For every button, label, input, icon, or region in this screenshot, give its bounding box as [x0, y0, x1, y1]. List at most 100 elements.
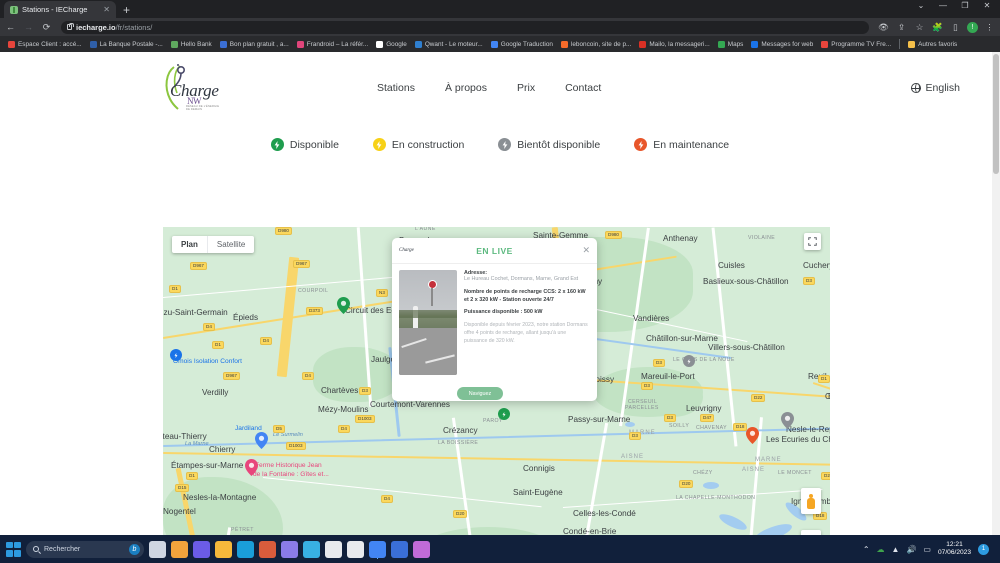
- scrollbar-thumb[interactable]: [993, 54, 999, 174]
- close-icon[interactable]: ✕: [103, 5, 110, 14]
- profile-avatar[interactable]: !: [967, 21, 978, 33]
- address-bar[interactable]: iecharge.io/fr/stations/: [61, 20, 869, 34]
- road-shield: D4: [203, 323, 215, 331]
- bookmark-item[interactable]: Messages for web: [747, 40, 817, 48]
- popup-close-icon[interactable]: ✕: [582, 246, 590, 255]
- map-label: AISNE: [621, 454, 645, 460]
- bookmark-item[interactable]: Qwant - Le moteur...: [411, 40, 487, 48]
- address-value: Le Hureau Cochet, Dormans, Marne, Grand …: [464, 276, 579, 282]
- taskbar-apps: [149, 540, 430, 558]
- bookmark-label: Maps: [727, 40, 744, 48]
- page-scrollbar[interactable]: [992, 52, 1000, 535]
- station-pin-available[interactable]: [337, 297, 350, 314]
- poi-pin-blue[interactable]: [170, 349, 182, 361]
- volume-icon[interactable]: 🔊: [906, 545, 916, 554]
- url-text: iecharge.io/fr/stations/: [76, 23, 152, 32]
- window-close-button[interactable]: ✕: [976, 1, 998, 10]
- menu-icon[interactable]: ⋮: [983, 22, 996, 33]
- windows-start-icon[interactable]: [6, 541, 21, 557]
- microsoft-edge[interactable]: [237, 540, 254, 558]
- bookmark-star-icon[interactable]: ☆: [913, 22, 926, 33]
- nav-item-2[interactable]: Prix: [517, 82, 535, 94]
- file-explorer[interactable]: [215, 540, 232, 558]
- onedrive-icon[interactable]: ☁: [877, 545, 885, 554]
- outlook-app[interactable]: [281, 540, 298, 558]
- microsoft-store[interactable]: [259, 540, 276, 558]
- notes-app[interactable]: [347, 540, 364, 558]
- forward-icon[interactable]: →: [22, 22, 35, 32]
- road-shield: D15: [175, 484, 190, 492]
- taskbar-clock[interactable]: 12:21 07/06/2023: [938, 541, 971, 557]
- back-icon[interactable]: ←: [4, 22, 17, 32]
- clock-date: 07/06/2023: [937, 549, 971, 556]
- bookmark-item[interactable]: Programme TV Fre...: [817, 40, 895, 48]
- extensions-icon[interactable]: 🧩: [931, 22, 944, 33]
- settings-app[interactable]: [325, 540, 342, 558]
- bookmark-item[interactable]: La Banque Postale -...: [86, 40, 167, 48]
- browser-tab[interactable]: Stations - IECharge ✕: [4, 1, 116, 18]
- map-label: Mareuil-le-Port: [641, 372, 695, 381]
- station-pin-available[interactable]: [498, 408, 510, 420]
- station-pin-selected[interactable]: [746, 427, 759, 444]
- reload-icon[interactable]: ⟳: [40, 22, 53, 33]
- language-selector[interactable]: English: [910, 82, 960, 94]
- media-player[interactable]: [413, 540, 430, 558]
- new-tab-button[interactable]: +: [123, 3, 130, 17]
- bookmark-item[interactable]: Frandroid – La référ...: [293, 40, 372, 48]
- fullscreen-icon[interactable]: [804, 233, 821, 250]
- bookmark-item[interactable]: leboncoin, site de p...: [557, 40, 635, 48]
- minimize-button[interactable]: —: [932, 1, 954, 10]
- road-shield: D967: [190, 262, 207, 270]
- eye-icon[interactable]: 👁: [877, 22, 890, 33]
- street-view-pegman[interactable]: [801, 488, 821, 514]
- bing-chat-icon[interactable]: b: [129, 543, 140, 555]
- weather-widget[interactable]: [171, 540, 188, 558]
- maximize-button[interactable]: ❐: [954, 1, 976, 10]
- google-chrome[interactable]: [369, 540, 386, 558]
- map-label: âteau-Thierry: [163, 432, 207, 441]
- bookmark-label: Mailo, la messageri...: [649, 40, 710, 48]
- map-label: Chierry: [209, 445, 236, 454]
- bookmark-favicon: [717, 40, 725, 48]
- nav-item-3[interactable]: Contact: [565, 82, 601, 94]
- battery-icon[interactable]: ▭: [923, 545, 931, 554]
- map-label: Ferme Historique Jean: [255, 462, 322, 469]
- chevron-up-icon[interactable]: ⌃: [863, 545, 870, 554]
- camera-app[interactable]: [193, 540, 210, 558]
- chevron-down-icon[interactable]: ⌄: [910, 1, 932, 10]
- road-shield: D1: [212, 341, 224, 349]
- map-label: Connigis: [523, 464, 555, 473]
- task-view[interactable]: [149, 540, 166, 558]
- bookmark-favicon: [376, 40, 384, 48]
- nav-item-0[interactable]: Stations: [377, 82, 415, 94]
- bookmark-item[interactable]: Espace Client : accé...: [4, 40, 86, 48]
- poi-pin-jardiland[interactable]: [255, 432, 268, 449]
- share-icon[interactable]: ⇪: [895, 22, 908, 33]
- map-type-plan[interactable]: Plan: [172, 236, 207, 253]
- bookmark-item[interactable]: Bon plan gratuit , a...: [216, 40, 293, 48]
- bookmark-label: leboncoin, site de p...: [570, 40, 632, 48]
- teams-app[interactable]: [391, 540, 408, 558]
- map-type-toggle[interactable]: Plan Satellite: [172, 236, 255, 253]
- bookmark-item[interactable]: Maps: [714, 40, 748, 48]
- bookmark-item[interactable]: Google: [372, 40, 411, 48]
- map-type-satellite[interactable]: Satellite: [206, 236, 254, 253]
- bookmark-item[interactable]: Mailo, la messageri...: [635, 40, 713, 48]
- station-pin-soon[interactable]: [781, 412, 794, 429]
- station-pin-soon[interactable]: [683, 355, 695, 367]
- map-label: Verdilly: [202, 388, 229, 397]
- other-bookmarks[interactable]: Autres favoris: [904, 40, 961, 48]
- bookmark-item[interactable]: Hello Bank: [167, 40, 216, 48]
- notification-badge[interactable]: 1: [978, 543, 989, 555]
- wifi-icon[interactable]: ▲: [892, 545, 900, 554]
- navigate-button[interactable]: Naviguez: [457, 387, 503, 400]
- poi-pin-ferme[interactable]: [245, 459, 258, 476]
- side-panel-icon[interactable]: ▯: [949, 22, 962, 33]
- sync-app[interactable]: [303, 540, 320, 558]
- map-label: Courtemont-Varennes: [370, 400, 450, 409]
- bookmark-item[interactable]: Google Traduction: [487, 40, 557, 48]
- map-label: CHAVENAY: [696, 425, 727, 431]
- site-logo[interactable]: Charge NW RÉSEAU DE L'ÉNERGIE DE DEMAIN: [160, 63, 222, 113]
- taskbar-search[interactable]: Rechercher b: [26, 540, 144, 558]
- nav-item-1[interactable]: À propos: [445, 82, 487, 94]
